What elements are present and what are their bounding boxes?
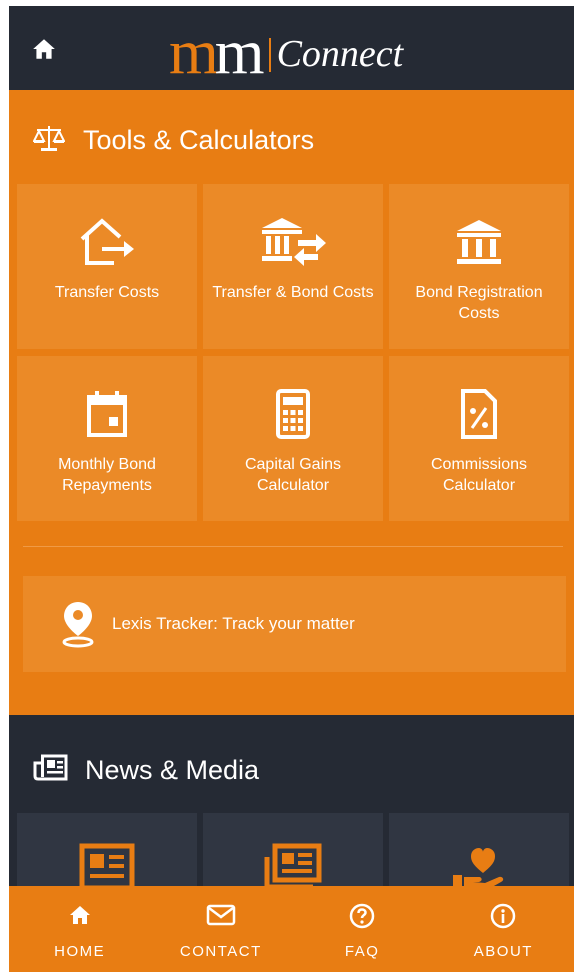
bank-exchange-icon [203, 214, 383, 270]
lexis-tracker-button[interactable]: Lexis Tracker: Track your matter [23, 576, 566, 672]
tool-monthly-bond-repayments[interactable]: Monthly Bond Repayments [17, 356, 197, 521]
bank-icon [389, 214, 569, 270]
home-icon[interactable] [31, 36, 57, 62]
logo-mark: mm [169, 16, 265, 87]
tab-contact[interactable]: CONTACT [150, 886, 291, 972]
tool-label: Transfer & Bond Costs [212, 284, 374, 301]
tab-about[interactable]: ABOUT [433, 886, 574, 972]
tab-faq[interactable]: FAQ [292, 886, 433, 972]
info-circle-icon [433, 903, 574, 929]
tool-transfer-bond-costs[interactable]: Transfer & Bond Costs [203, 184, 383, 349]
house-transfer-icon [17, 214, 197, 270]
tool-label: Capital Gains Calculator [244, 456, 342, 494]
section-divider [23, 546, 563, 547]
scales-icon [32, 123, 66, 158]
tool-bond-registration-costs[interactable]: Bond Registration Costs [389, 184, 569, 349]
logo-text: Connect [276, 33, 404, 75]
tool-commissions-calculator[interactable]: Commissions Calculator [389, 356, 569, 521]
home-icon [9, 903, 150, 929]
calendar-icon [17, 386, 197, 442]
lexis-tracker-label: Lexis Tracker: Track your matter [112, 614, 355, 633]
location-pin-icon [61, 600, 95, 653]
app-logo: mm Connect [169, 16, 404, 87]
newspaper-icon [33, 753, 69, 788]
tab-label: CONTACT [179, 943, 262, 960]
tab-label: FAQ [344, 943, 380, 960]
calculator-icon [203, 386, 383, 442]
bottom-tab-bar: HOME CONTACT FAQ ABOUT [9, 886, 574, 972]
news-section-title: News & Media [33, 753, 259, 788]
app-screen: mm Connect Tools & Calculators Transfer … [9, 6, 574, 972]
tool-label: Monthly Bond Repayments [58, 456, 156, 494]
tab-label: HOME [54, 943, 106, 960]
percent-document-icon [389, 386, 569, 442]
news-title-label: News & Media [85, 755, 260, 785]
tool-label: Bond Registration Costs [415, 284, 543, 322]
tool-label: Transfer Costs [54, 284, 160, 301]
tab-label: ABOUT [473, 943, 533, 960]
tool-transfer-costs[interactable]: Transfer Costs [17, 184, 197, 349]
logo-separator [268, 38, 271, 72]
tab-home[interactable]: HOME [9, 886, 150, 972]
app-header: mm Connect [9, 6, 574, 90]
tools-grid: Transfer Costs Transfer & Bond Costs Bon… [17, 184, 569, 524]
question-circle-icon [292, 903, 433, 929]
tools-section-title: Tools & Calculators [32, 122, 315, 158]
envelope-icon [150, 903, 291, 929]
tools-title-label: Tools & Calculators [83, 124, 315, 155]
newspaper-icon [17, 843, 197, 891]
tool-capital-gains-calculator[interactable]: Capital Gains Calculator [203, 356, 383, 521]
tool-label: Commissions Calculator [430, 456, 527, 494]
